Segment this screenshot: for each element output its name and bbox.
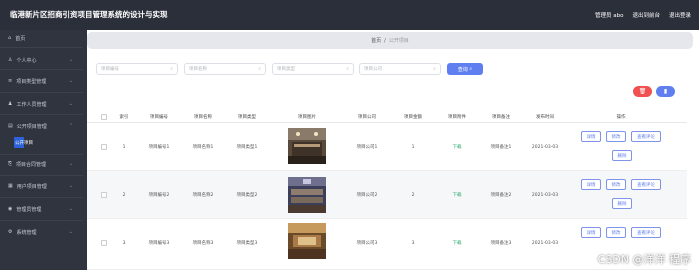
sidebar-item-contracts[interactable]: ⎘ 项目合同管理 ⌄ [0,158,83,170]
view-comments-button[interactable]: 查看评论 [631,227,661,238]
settings-icon: ⚙ [8,229,13,235]
select-all-checkbox[interactable] [101,114,107,120]
breadcrumb-current: 公开项目 [388,38,409,44]
project-image [288,223,326,259]
admin-user-label: 管理员 abo [594,13,624,19]
trash-icon: 🗑 [638,88,647,95]
folder-icon: ▤ [8,123,13,129]
project-image [288,128,326,164]
search-icon: ⌕ [346,66,349,72]
logout-link[interactable]: 退出登录 [669,11,691,19]
download-link[interactable]: 下载 [435,219,479,267]
sidebar-item-project-types[interactable]: ≡ 项目类型管理 ⌄ [0,75,83,87]
chevron-down-icon: ⌄ [68,78,73,84]
download-link[interactable]: 下载 [435,171,479,219]
sidebar-item-home[interactable]: ⌂ 首页 [0,32,83,44]
search-icon: ⌕ [170,66,173,72]
row-checkbox[interactable] [101,240,107,246]
table-header: 索引 项目编号 项目名称 项目类型 项目图片 项目公司 项目金额 项目附件 项目… [87,111,687,123]
people-icon: ♟ [8,101,13,107]
admin-icon: ◉ [8,206,13,212]
chevron-up-icon: ⌃ [68,123,73,129]
chevron-down-icon: ⌄ [68,101,73,107]
list-icon: ≡ [8,78,13,84]
search-company-input[interactable]: 项目公司 ⌕ [359,63,441,75]
query-button[interactable]: 查询 ⌕ [447,63,483,75]
sidebar-item-user-projects[interactable]: ▦ 用户项目管理 ⌄ [0,180,83,192]
chevron-down-icon: ⌄ [68,57,73,63]
sidebar: ⌂ 首页 ♙ 个人中心 ⌄ ≡ 项目类型管理 ⌄ ♟ 工作人员管理 ⌄ ▤ 公开项目管理 ⌃ 公开… [0,30,83,270]
detail-button[interactable]: 详情 [581,131,601,142]
search-icon: ⌕ [433,66,436,72]
user-icon: ♙ [8,57,13,63]
bar-chart-icon: ▮ [663,88,668,95]
search-name-input[interactable]: 项目名称 ⌕ [184,63,266,75]
detail-button[interactable]: 详情 [581,227,601,238]
project-image [288,177,326,213]
detail-button[interactable]: 详情 [581,179,601,190]
app-title: 临港新片区招商引资项目管理系统的设计与实现 [10,10,168,19]
search-code-input[interactable]: 项目编号 ⌕ [96,63,178,75]
row-checkbox[interactable] [101,144,107,150]
delete-button[interactable]: 删除 [612,198,632,209]
chevron-down-icon: ⌄ [68,229,73,235]
row-checkbox[interactable] [101,192,107,198]
top-bar: 临港新片区招商引资项目管理系统的设计与实现 管理员 abo 退出到前台 退出登录 [0,0,699,30]
search-icon: ⌕ [258,66,261,72]
main-content: 首页 / 公开项目 项目编号 ⌕ 项目名称 ⌕ 项目类型 ⌕ 项目公司 ⌕ 查询 ⌕ 🗑… [87,30,699,270]
sidebar-item-profile[interactable]: ♙ 个人中心 ⌄ [0,54,83,66]
edit-button[interactable]: 修改 [606,179,626,190]
sidebar-item-system[interactable]: ⚙ 系统管理 ⌄ [0,226,83,238]
batch-delete-button[interactable]: 🗑 [633,86,652,97]
view-comments-button[interactable]: 查看评论 [631,131,661,142]
view-comments-button[interactable]: 查看评论 [631,179,661,190]
edit-button[interactable]: 修改 [606,227,626,238]
download-link[interactable]: 下载 [435,123,479,171]
search-type-input[interactable]: 项目类型 ⌕ [272,63,354,75]
delete-button[interactable]: 删除 [612,150,632,161]
chevron-down-icon: ⌄ [68,206,73,212]
sidebar-subitem-public-projects[interactable]: 公开项目 [14,137,33,148]
chevron-down-icon: ⌄ [68,161,73,167]
doc-icon: ⎘ [8,161,13,167]
chevron-down-icon: ⌄ [68,183,73,189]
table-row: 1 项目编号1 项目名称1 项目类型1 项目公司1 1 下载 项目备注1 202… [87,123,687,171]
sidebar-item-admins[interactable]: ◉ 管理员管理 ⌄ [0,203,83,215]
grid-icon: ▦ [8,183,13,189]
edit-button[interactable]: 修改 [606,131,626,142]
sidebar-item-public-projects[interactable]: ▤ 公开项目管理 ⌃ [0,120,83,132]
breadcrumb-home[interactable]: 首页 [371,37,381,44]
breadcrumb: 首页 / 公开项目 [87,32,693,49]
home-icon: ⌂ [8,35,12,41]
back-to-front-link[interactable]: 退出到前台 [632,11,660,19]
sidebar-item-staff[interactable]: ♟ 工作人员管理 ⌄ [0,98,83,110]
statistics-button[interactable]: ▮ [656,86,675,97]
table-row: 2 项目编号2 项目名称2 项目类型2 项目公司2 2 下载 项目备注2 202… [87,171,687,219]
watermark: CSDN @洋洋 程序 [597,253,691,266]
